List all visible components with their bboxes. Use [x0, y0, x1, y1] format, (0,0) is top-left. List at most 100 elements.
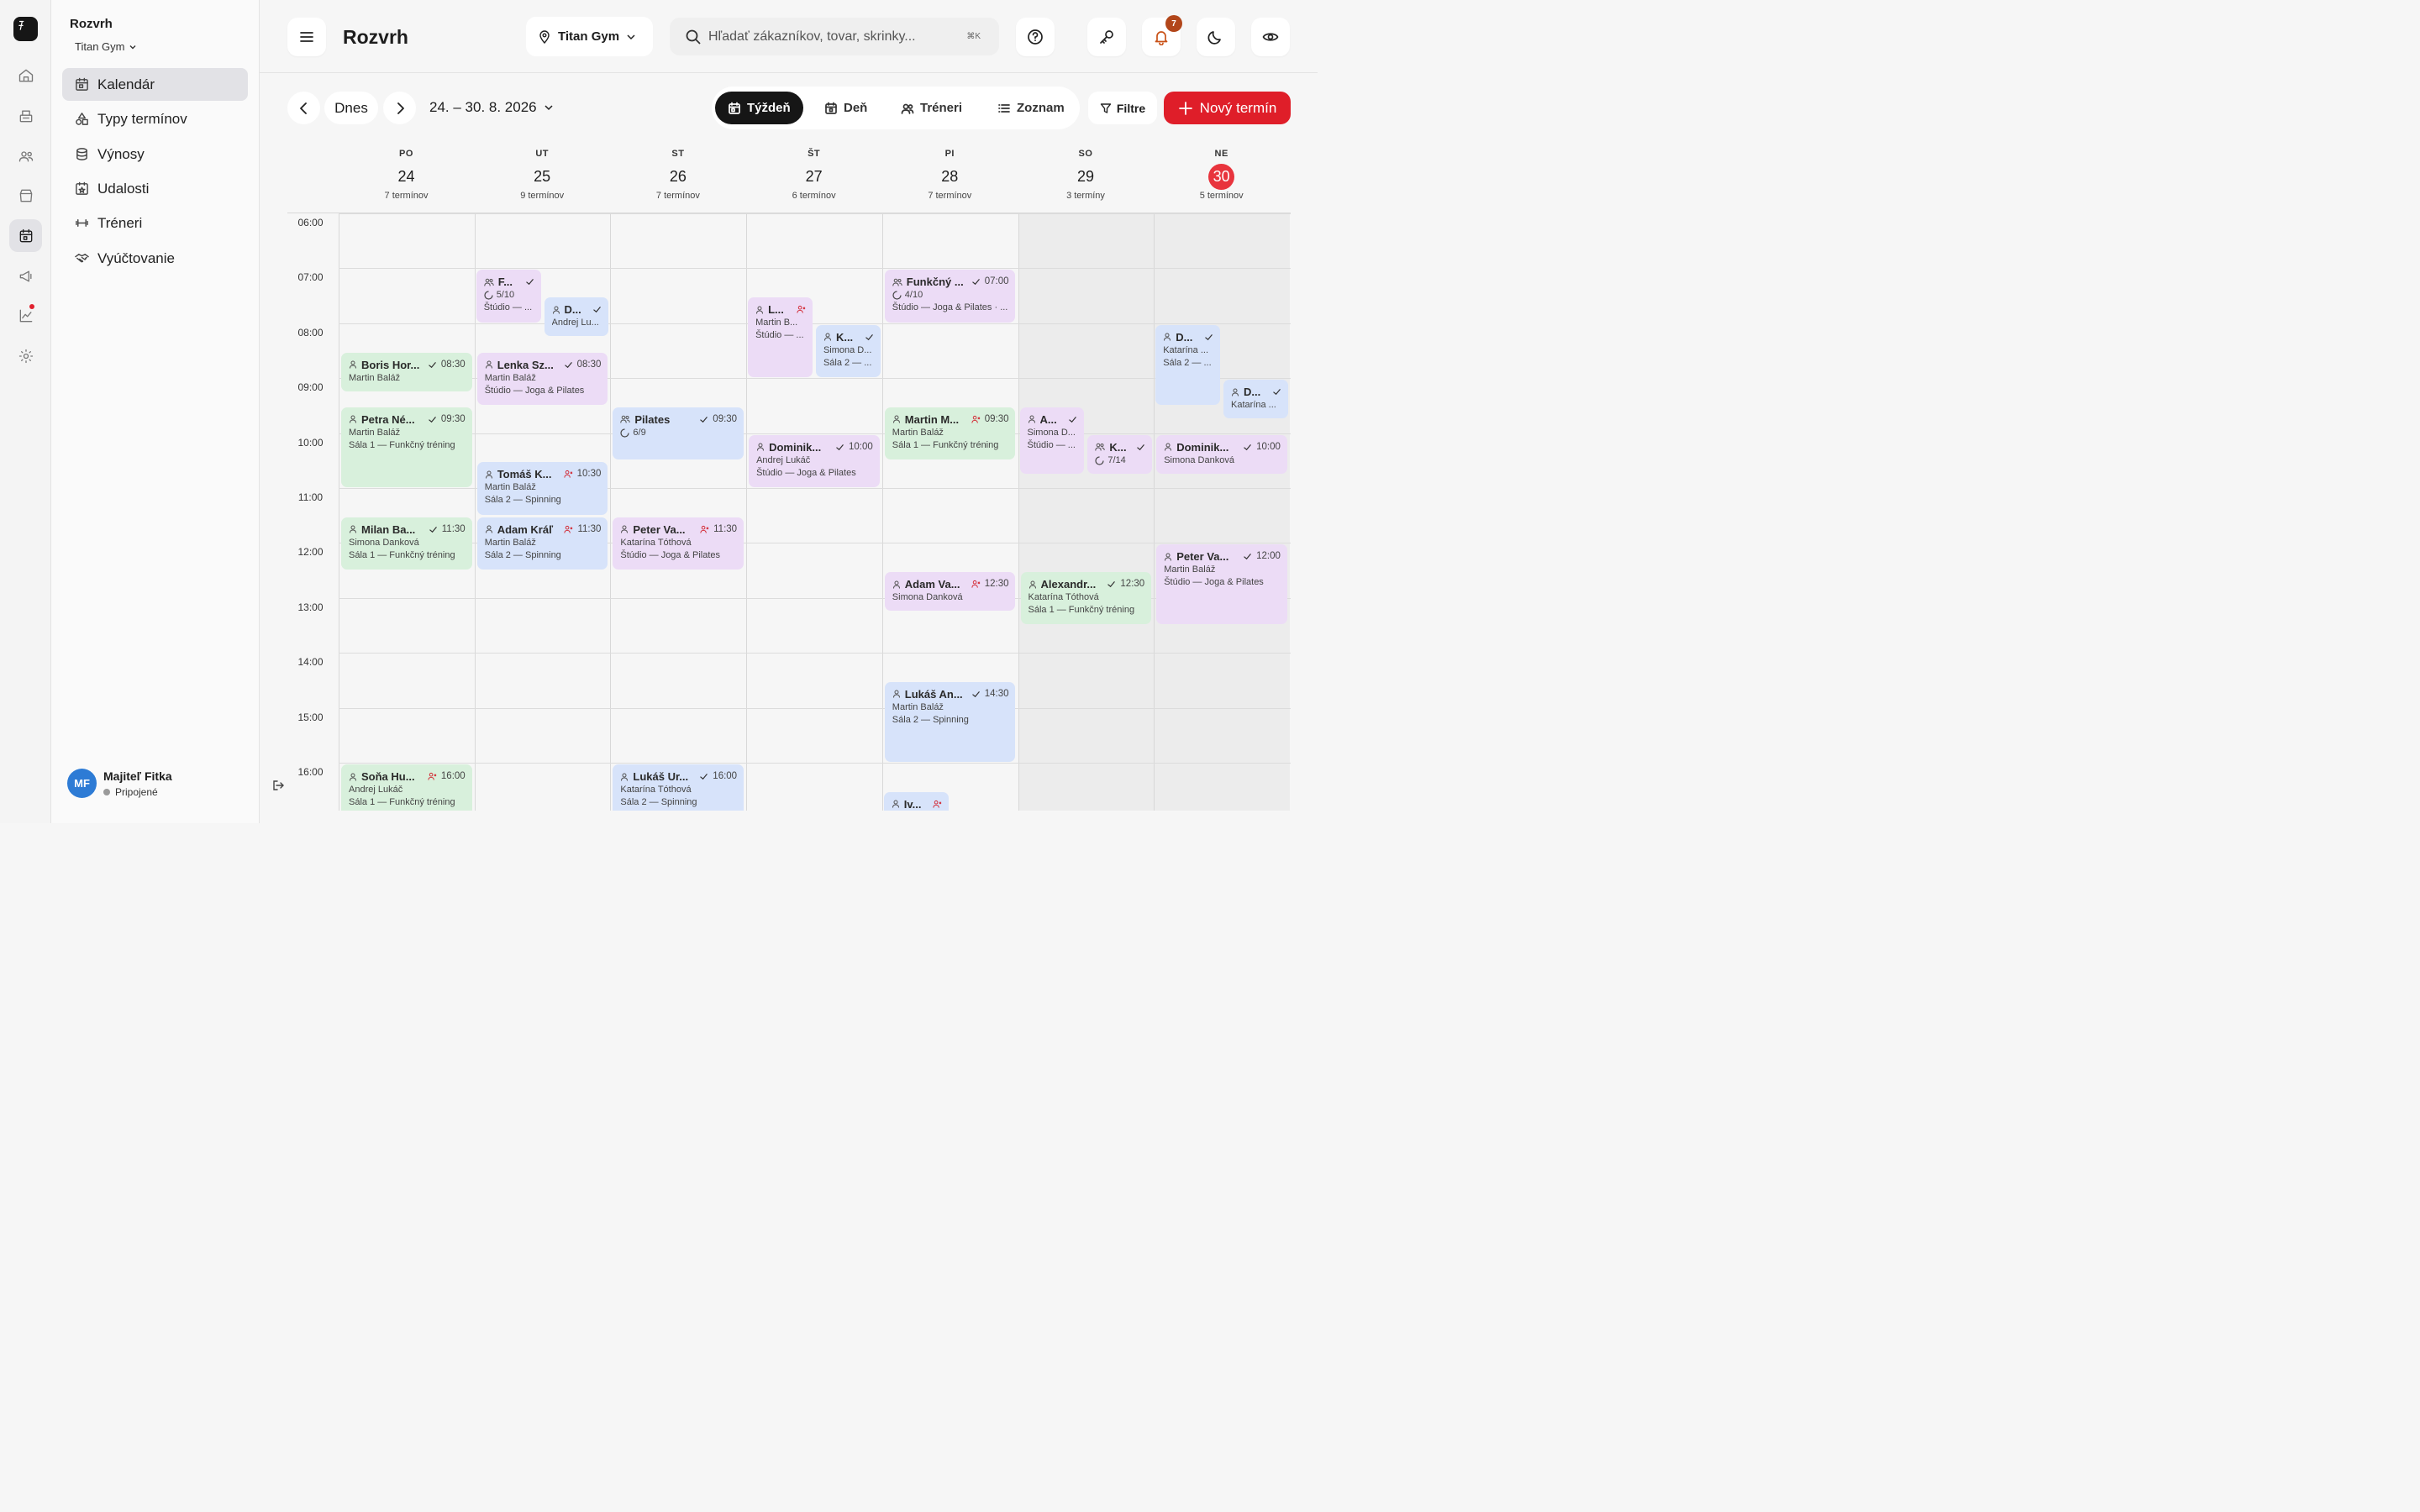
new-appointment-label: Nový termín: [1199, 99, 1277, 116]
appointment-card[interactable]: Lenka Sz... 08:30 Martin Baláž Štúdio — Jog…: [476, 352, 608, 405]
key-button[interactable]: [1087, 18, 1126, 56]
day-column[interactable]: [610, 213, 746, 811]
sidebar-item-vynosy[interactable]: Výnosy: [62, 138, 248, 171]
visibility-button[interactable]: [1251, 18, 1290, 56]
check-icon: [429, 417, 436, 423]
day-column[interactable]: [1018, 213, 1155, 811]
sidebar-item-udalosti[interactable]: Udalosti: [62, 172, 248, 205]
analytics-icon[interactable]: [9, 299, 42, 332]
appointment-card[interactable]: Peter Va... 12:00 Martin Baláž Štúdio — Jog…: [1156, 544, 1287, 625]
settings-icon[interactable]: [9, 339, 42, 372]
appointment-card[interactable]: D... Katarína ... Sála 2 — ...: [1155, 324, 1221, 405]
appointment-card[interactable]: D... Katarína ...: [1223, 380, 1288, 419]
day-header[interactable]: PO 24 7 termínov: [339, 149, 474, 201]
appointment-card[interactable]: Iv...: [883, 791, 949, 811]
day-header[interactable]: UT 25 9 termínov: [475, 149, 610, 201]
check-icon: [525, 279, 534, 286]
new-appointment-button[interactable]: Nový termín: [1164, 92, 1291, 124]
sidebar-item-kalendar[interactable]: Kalendár: [62, 68, 248, 101]
appointment-card[interactable]: K... Simona D... Sála 2 — ...: [815, 324, 881, 378]
today-button[interactable]: Dnes: [324, 92, 378, 124]
calendar-icon[interactable]: [9, 219, 42, 252]
appointment-card[interactable]: Pilates 09:30 6/9: [613, 407, 744, 460]
date-range-picker[interactable]: 24. – 30. 8. 2026: [429, 99, 554, 116]
appointment-title: D...: [1244, 386, 1261, 399]
appointment-card[interactable]: Lukáš An... 14:30 Martin Baláž Sála 2 — Spi…: [884, 681, 1016, 762]
sidebar-item-vyuctovanie[interactable]: Vyúčtovanie: [62, 242, 248, 275]
appointment-card[interactable]: Alexandr... 12:30 Katarína Tóthová Sála 1 —…: [1020, 572, 1152, 625]
tab-den[interactable]: Deň: [812, 92, 880, 124]
hour-label: 10:00: [297, 436, 324, 449]
day-header[interactable]: ST 26 7 termínov: [610, 149, 745, 201]
dumbbell-icon: [76, 219, 88, 227]
gym-switcher[interactable]: Titan Gym: [75, 40, 138, 53]
sidebar-item-treneri[interactable]: Tréneri: [62, 207, 248, 239]
check-icon: [1273, 389, 1281, 396]
help-button[interactable]: [1016, 18, 1055, 56]
sidebar-item-typy-terminov[interactable]: Typy termínov: [62, 102, 248, 135]
menu-toggle-button[interactable]: [287, 18, 326, 56]
avatar: MF: [67, 769, 97, 798]
logout-icon[interactable]: [272, 780, 284, 791]
appointment-card[interactable]: Soňa Hu... 16:00 Andrej Lukáč Sála 1 — Funk…: [341, 764, 472, 811]
user-profile[interactable]: MF Majiteľ Fitka Pripojené: [67, 769, 172, 798]
appointment-card[interactable]: Adam Va... 12:30 Simona Danková: [884, 572, 1016, 612]
appointment-card[interactable]: Dominik... 10:00 Simona Danková: [1156, 434, 1287, 474]
check-icon: [700, 774, 708, 780]
megaphone-icon[interactable]: [9, 260, 42, 292]
tab-zoznam[interactable]: Zoznam: [985, 92, 1077, 124]
capacity-icon: [1095, 455, 1104, 465]
person-icon: [621, 525, 629, 533]
shop-icon[interactable]: [9, 179, 42, 212]
day-column[interactable]: [339, 213, 475, 811]
search-input[interactable]: Hľadať zákazníkov, tovar, skrinky... ⌘K: [670, 18, 999, 55]
appointment-card[interactable]: K... 7/14: [1087, 434, 1153, 474]
day-column[interactable]: [1154, 213, 1290, 811]
appointment-card[interactable]: Lukáš Ur... 16:00 Katarína Tóthová Sála 2 —…: [613, 764, 744, 811]
day-date-wrap: 28: [882, 164, 1018, 189]
person-icon: [485, 360, 492, 369]
week-calendar-grid: 06:00 07:00 08:00 09:00 10:00 11:00 12:00 13:00…: [287, 213, 1291, 811]
appointment-card[interactable]: A... Simona D... Štúdio — ...: [1019, 407, 1085, 474]
appointment-time: 12:00: [1256, 551, 1281, 562]
next-week-button[interactable]: [383, 92, 416, 124]
filter-button[interactable]: Filtre: [1088, 92, 1157, 124]
plus-icon: [1178, 101, 1192, 115]
appointment-card[interactable]: Dominik... 10:00 Andrej Lukáč Štúdio — Joga…: [749, 434, 880, 487]
previous-week-button[interactable]: [287, 92, 320, 124]
user-alert-icon: [971, 415, 981, 423]
filter-label: Filtre: [1116, 101, 1146, 115]
page-title: Rozvrh: [343, 26, 408, 48]
location-selector[interactable]: Titan Gym: [526, 17, 653, 56]
appointment-card[interactable]: Boris Hor... 08:30 Martin Baláž: [341, 352, 472, 391]
appointment-card[interactable]: D... Andrej Lu...: [544, 297, 609, 337]
app-rail: [0, 0, 51, 823]
sidebar: Rozvrh Titan Gym Kalendár Typy termínov …: [51, 0, 284, 823]
appointment-card[interactable]: L... Martin B... Štúdio — ...: [748, 297, 813, 378]
appointment-card[interactable]: F... 5/10 Štúdio — ...: [476, 270, 541, 323]
tab-treneri[interactable]: Tréneri: [888, 92, 975, 124]
register-icon[interactable]: [9, 99, 42, 132]
appointment-card[interactable]: Petra Né... 09:30 Martin Baláž Sála 1 — Fun…: [341, 407, 472, 487]
day-header[interactable]: SO 29 3 termíny: [1018, 149, 1154, 201]
app-logo-icon[interactable]: [13, 17, 38, 41]
person-icon: [756, 306, 764, 314]
day-header[interactable]: NE 30 5 termínov: [1154, 149, 1289, 201]
hour-line: [339, 323, 1291, 324]
appointment-card[interactable]: Tomáš K... 10:30 Martin Baláž Sála 2 — Spin…: [476, 462, 608, 515]
dark-mode-button[interactable]: [1197, 18, 1235, 56]
day-header[interactable]: ŠT 27 6 termínov: [746, 149, 881, 201]
appointment-time: 11:30: [441, 523, 466, 534]
home-icon[interactable]: [9, 59, 42, 92]
sidebar-item-label: Kalendár: [97, 76, 155, 92]
handshake-icon: [75, 254, 89, 263]
day-header[interactable]: PI 28 7 termínov: [882, 149, 1018, 201]
appointment-card[interactable]: Martin M... 09:30 Martin Baláž Sála 1 — Fun…: [884, 407, 1016, 460]
appointment-card[interactable]: Funkčný ... 07:00 4/10 Štúdio — Joga & Pila…: [884, 270, 1016, 323]
tab-label: Týždeň: [747, 101, 791, 115]
tab-tyzden[interactable]: Týždeň: [715, 92, 803, 124]
appointment-card[interactable]: Peter Va... 11:30 Katarína Tóthová Štúdio —…: [613, 517, 744, 570]
appointment-card[interactable]: Milan Ba... 11:30 Simona Danková Sála 1 — F…: [341, 517, 472, 570]
appointment-card[interactable]: Adam Kráľ 11:30 Martin Baláž Sála 2 — Spinn…: [476, 517, 608, 570]
users-icon[interactable]: [9, 139, 42, 172]
